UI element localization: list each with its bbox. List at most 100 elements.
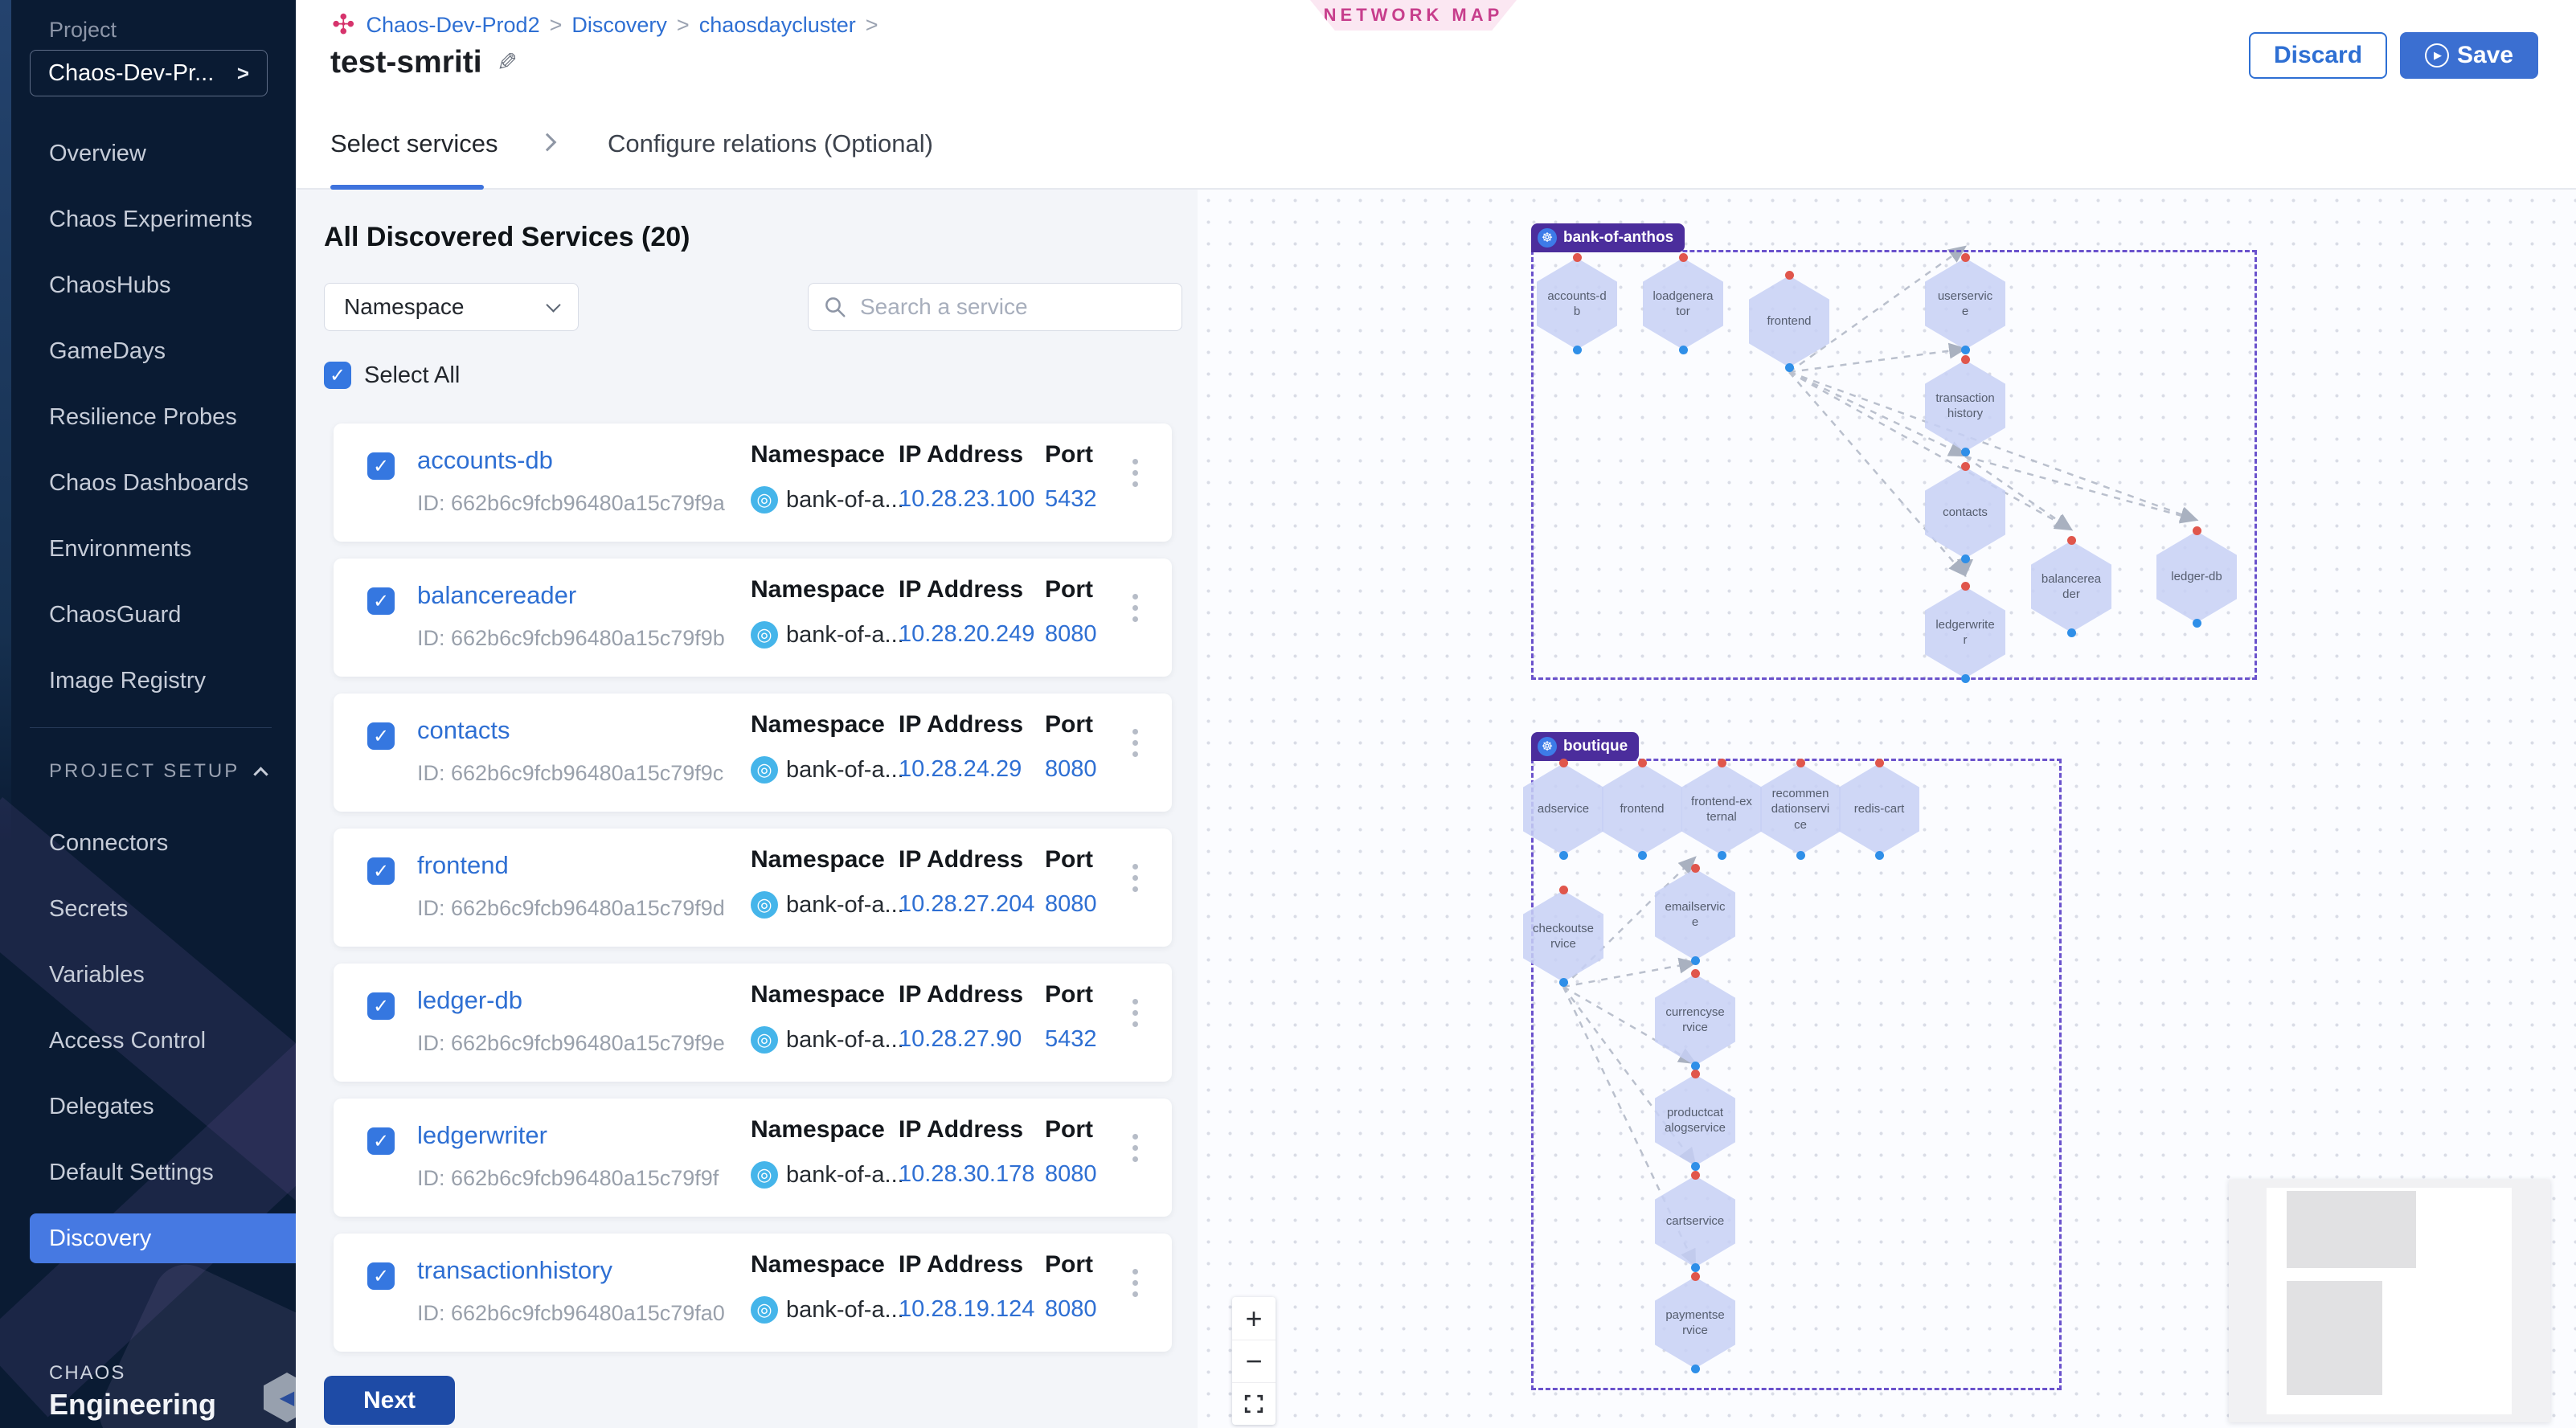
cluster-box-bank-of-anthos[interactable] — [1531, 250, 2257, 680]
port-value[interactable]: 8080 — [1045, 756, 1097, 783]
kebab-menu-icon[interactable] — [1128, 454, 1143, 492]
service-checkbox[interactable]: ✓ — [367, 992, 395, 1020]
project-setup-section[interactable]: PROJECT SETUP — [49, 760, 266, 783]
ingress-dot — [1691, 1070, 1700, 1078]
sidebar-item-variables[interactable]: Variables — [0, 942, 296, 1008]
column-header-port: Port — [1045, 846, 1093, 874]
sidebar-item-gamedays[interactable]: GameDays — [0, 318, 296, 384]
ip-value[interactable]: 10.28.30.178 — [899, 1161, 1034, 1188]
kebab-menu-icon[interactable] — [1128, 724, 1143, 762]
brand-bottom: Engineering — [49, 1388, 216, 1422]
service-name-link[interactable]: contacts — [417, 716, 510, 745]
page-header: ✣ Chaos-Dev-Prod2 > Discovery > chaosday… — [296, 0, 2576, 99]
fullscreen-icon — [1243, 1393, 1264, 1414]
service-name-link[interactable]: accounts-db — [417, 446, 553, 475]
sidebar-item-discovery[interactable]: Discovery — [30, 1213, 296, 1263]
discard-button[interactable]: Discard — [2249, 32, 2387, 79]
ip-value[interactable]: 10.28.23.100 — [899, 486, 1034, 513]
sidebar-item-chaoshubs[interactable]: ChaosHubs — [0, 252, 296, 318]
ingress-dot — [2067, 536, 2076, 545]
service-name-link[interactable]: frontend — [417, 851, 509, 880]
zoom-out-button[interactable]: − — [1232, 1340, 1276, 1382]
tab-select-services[interactable]: Select services — [330, 99, 498, 188]
sidebar-item-chaos-experiments[interactable]: Chaos Experiments — [0, 186, 296, 252]
ip-value[interactable]: 10.28.24.29 — [899, 756, 1022, 783]
cluster-badge-boutique[interactable]: ☸boutique — [1531, 732, 1639, 761]
ingress-dot — [1559, 759, 1568, 767]
ingress-dot — [1785, 271, 1794, 280]
service-checkbox[interactable]: ✓ — [367, 1127, 395, 1155]
sidebar-item-image-registry[interactable]: Image Registry — [0, 648, 296, 714]
project-selector[interactable]: Chaos-Dev-Pr... > — [30, 50, 268, 96]
egress-dot — [1796, 851, 1805, 860]
sidebar-item-secrets[interactable]: Secrets — [0, 876, 296, 942]
module-brand: CHAOS Engineering — [49, 1362, 216, 1422]
breadcrumb-discovery[interactable]: Discovery — [571, 13, 667, 38]
sidebar-item-connectors[interactable]: Connectors — [0, 810, 296, 876]
breadcrumb-project[interactable]: Chaos-Dev-Prod2 — [367, 13, 540, 38]
port-value[interactable]: 5432 — [1045, 486, 1097, 513]
cluster-badge-bank-of-anthos[interactable]: ☸bank-of-anthos — [1531, 223, 1685, 252]
service-name-link[interactable]: ledgerwriter — [417, 1121, 547, 1150]
sidebar-item-overview[interactable]: Overview — [0, 121, 296, 186]
port-value[interactable]: 5432 — [1045, 1026, 1097, 1053]
service-checkbox[interactable]: ✓ — [367, 587, 395, 615]
sidebar-item-chaos-dashboards[interactable]: Chaos Dashboards — [0, 450, 296, 516]
port-value[interactable]: 8080 — [1045, 621, 1097, 648]
port-value[interactable]: 8080 — [1045, 891, 1097, 918]
service-checkbox[interactable]: ✓ — [367, 722, 395, 750]
sidebar-item-chaosguard[interactable]: ChaosGuard — [0, 582, 296, 648]
service-name-link[interactable]: ledger-db — [417, 986, 522, 1015]
tab-configure-relations[interactable]: Configure relations (Optional) — [608, 99, 933, 188]
node-label: currencyservice — [1665, 1005, 1726, 1036]
sidebar-item-default-settings[interactable]: Default Settings — [0, 1140, 296, 1205]
service-name-link[interactable]: transactionhistory — [417, 1256, 612, 1285]
port-value[interactable]: 8080 — [1045, 1161, 1097, 1188]
ip-value[interactable]: 10.28.20.249 — [899, 621, 1034, 648]
port-value[interactable]: 8080 — [1045, 1296, 1097, 1323]
kebab-menu-icon[interactable] — [1128, 859, 1143, 897]
service-card-ledger-db: ✓ledger-dbID: 662b6c9fcb96480a15c79f9eNa… — [334, 964, 1172, 1082]
ingress-dot — [1679, 253, 1688, 262]
sidebar-item-delegates[interactable]: Delegates — [0, 1074, 296, 1140]
cluster-name: boutique — [1563, 738, 1628, 755]
egress-dot — [1718, 851, 1726, 860]
node-label: productcatalogservice — [1665, 1105, 1726, 1136]
ip-value[interactable]: 10.28.19.124 — [899, 1296, 1034, 1323]
service-name-link[interactable]: balancereader — [417, 581, 576, 610]
sidebar-item-environments[interactable]: Environments — [0, 516, 296, 582]
kebab-menu-icon[interactable] — [1128, 1129, 1143, 1167]
kebab-menu-icon[interactable] — [1128, 994, 1143, 1032]
breadcrumb-cluster[interactable]: chaosdaycluster — [699, 13, 856, 38]
chevron-up-icon — [253, 767, 268, 781]
service-checkbox[interactable]: ✓ — [367, 452, 395, 480]
kebab-menu-icon[interactable] — [1128, 1264, 1143, 1302]
map-minimap[interactable] — [2229, 1180, 2550, 1422]
save-button[interactable]: ▶ Save — [2400, 32, 2538, 79]
column-header-ip: IP Address — [899, 1116, 1023, 1144]
zoom-in-button[interactable]: + — [1232, 1297, 1276, 1340]
ingress-dot — [1638, 759, 1647, 767]
column-header-ip: IP Address — [899, 576, 1023, 604]
egress-dot — [1559, 851, 1568, 860]
edit-pencil-icon[interactable]: ✎ — [497, 48, 518, 77]
service-checkbox[interactable]: ✓ — [367, 857, 395, 885]
sidebar-item-resilience-probes[interactable]: Resilience Probes — [0, 384, 296, 450]
ingress-dot — [1573, 253, 1582, 262]
column-header-port: Port — [1045, 1251, 1093, 1279]
service-id: ID: 662b6c9fcb96480a15c79f9a — [417, 491, 725, 516]
kebab-menu-icon[interactable] — [1128, 589, 1143, 627]
breadcrumb-separator: > — [866, 13, 878, 38]
ip-value[interactable]: 10.28.27.204 — [899, 891, 1034, 918]
network-map-canvas[interactable]: ☸bank-of-anthosaccounts-dbloadgeneratorf… — [1198, 190, 2576, 1428]
select-all-checkbox[interactable]: ✓ — [324, 362, 351, 389]
node-label: ledger-db — [2166, 569, 2227, 585]
ip-value[interactable]: 10.28.27.90 — [899, 1026, 1022, 1053]
ingress-dot — [1961, 462, 1970, 471]
search-input[interactable] — [858, 293, 1148, 321]
next-button[interactable]: Next — [324, 1376, 455, 1425]
fullscreen-button[interactable] — [1232, 1382, 1276, 1425]
namespace-filter-dropdown[interactable]: Namespace — [324, 283, 579, 331]
service-checkbox[interactable]: ✓ — [367, 1262, 395, 1290]
sidebar-item-access-control[interactable]: Access Control — [0, 1008, 296, 1074]
